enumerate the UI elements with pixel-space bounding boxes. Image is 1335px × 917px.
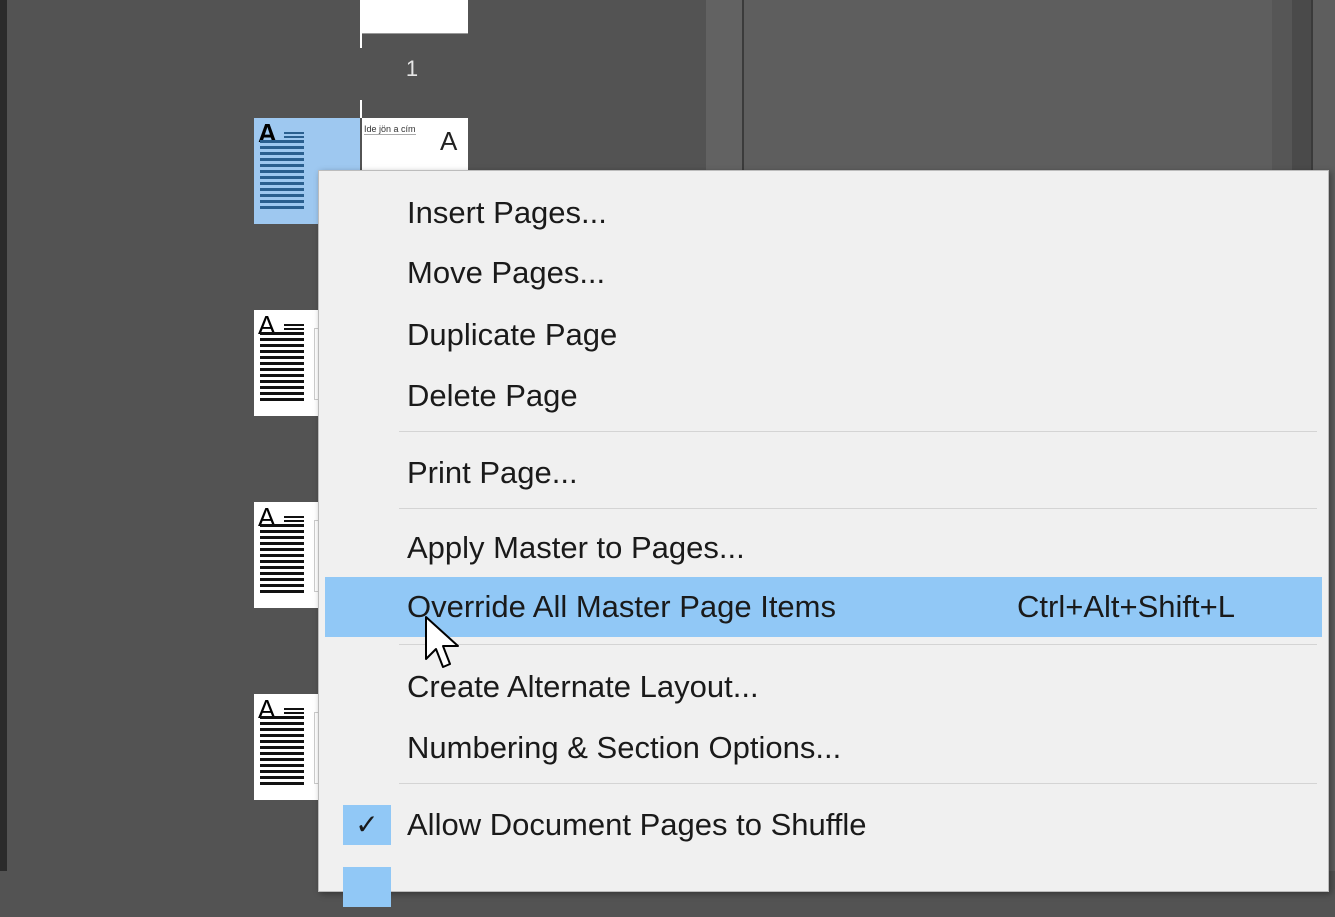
window-edge — [0, 0, 7, 871]
text-lines-icon — [260, 140, 304, 212]
menu-item-label: Override All Master Page Items — [407, 589, 836, 624]
menu-item-label: Move Pages... — [407, 255, 606, 290]
page-thumbnail-right[interactable]: Ide jön a cím A — [362, 118, 468, 178]
menu-item-label: Print Page... — [407, 455, 578, 490]
master-prefix-label: A — [440, 126, 458, 156]
menu-separator — [399, 431, 1317, 432]
menu-item-override-master-items[interactable]: Override All Master Page Items Ctrl+Alt+… — [325, 577, 1322, 637]
menu-separator — [399, 783, 1317, 784]
page-number-label: 1 — [405, 56, 419, 81]
text-lines-icon — [260, 716, 304, 788]
menu-item-next[interactable] — [325, 857, 1322, 917]
text-lines-icon — [260, 332, 304, 404]
checkmark-icon: ✓ — [343, 805, 391, 845]
menu-item-create-alternate-layout[interactable]: Create Alternate Layout... — [325, 657, 1322, 717]
menu-item-numbering-section-options[interactable]: Numbering & Section Options... — [325, 718, 1322, 778]
menu-item-label: Apply Master to Pages... — [407, 530, 745, 565]
menu-item-print-page[interactable]: Print Page... — [325, 443, 1322, 503]
menu-item-label: Allow Document Pages to Shuffle — [407, 807, 867, 842]
menu-separator — [399, 508, 1317, 509]
page-title-preview: Ide jön a cím — [364, 124, 416, 135]
menu-separator — [399, 644, 1317, 645]
menu-item-label: Delete Page — [407, 378, 578, 413]
menu-item-shortcut: Ctrl+Alt+Shift+L — [1017, 589, 1235, 624]
menu-item-delete-page[interactable]: Delete Page — [325, 366, 1322, 426]
menu-item-allow-document-pages-shuffle[interactable]: ✓ Allow Document Pages to Shuffle — [325, 795, 1322, 855]
menu-item-apply-master[interactable]: Apply Master to Pages... — [325, 518, 1322, 578]
context-menu: Insert Pages... Move Pages... Duplicate … — [318, 170, 1329, 907]
spread-spine — [360, 100, 362, 118]
menu-item-duplicate-page[interactable]: Duplicate Page — [325, 305, 1322, 365]
arrow-cursor-icon — [425, 616, 459, 668]
spread-spine — [360, 0, 362, 48]
menu-item-label: Numbering & Section Options... — [407, 730, 842, 765]
page-thumbnail-top[interactable] — [362, 0, 468, 34]
menu-item-insert-pages[interactable]: Insert Pages... — [325, 183, 1322, 243]
menu-item-move-pages[interactable]: Move Pages... — [325, 243, 1322, 303]
text-lines-icon — [260, 524, 304, 596]
checkmark-icon — [343, 867, 391, 907]
menu-item-label: Duplicate Page — [407, 317, 618, 352]
menu-item-label: Insert Pages... — [407, 195, 607, 230]
